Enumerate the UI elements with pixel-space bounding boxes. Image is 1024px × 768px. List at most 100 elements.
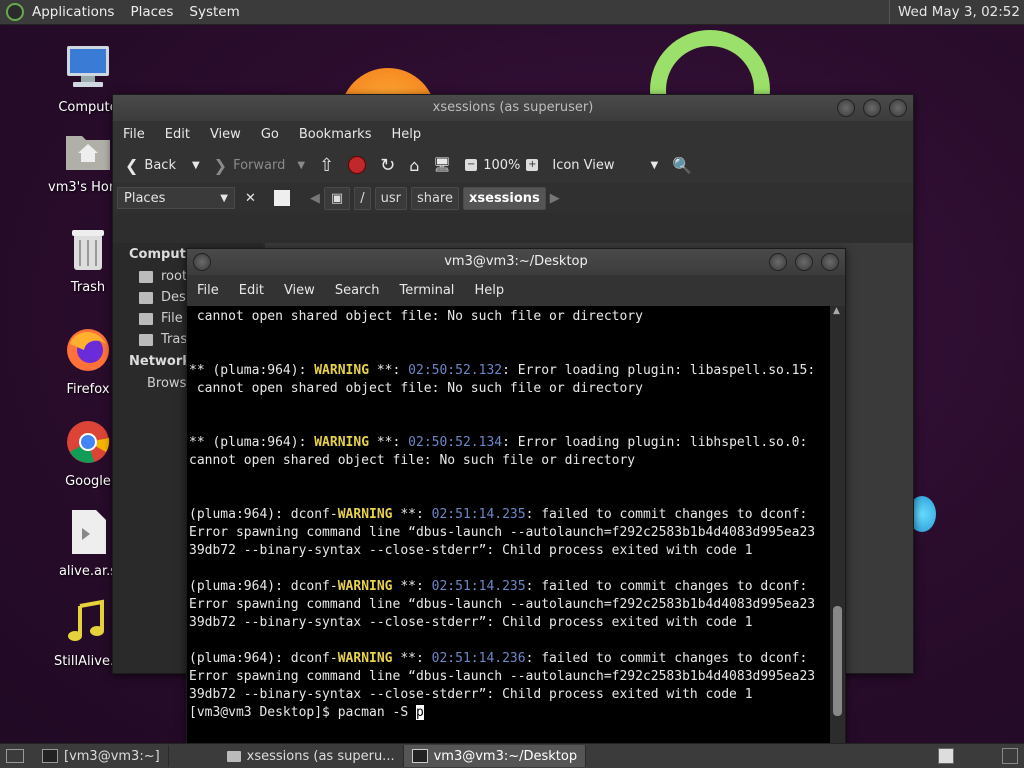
minimize-button[interactable] <box>769 253 787 271</box>
scrollbar-thumb[interactable] <box>833 606 842 716</box>
terminal-line: 39db72 --binary-syntax --close-stderr”: … <box>189 543 753 558</box>
back-label: Back <box>144 157 176 173</box>
menu-edit[interactable]: Edit <box>155 127 200 142</box>
close-sidebar-icon[interactable]: ✕ <box>239 191 262 206</box>
terminal-input[interactable]: p <box>415 705 424 720</box>
forward-button[interactable]: ❯ Forward ▼ <box>210 156 309 175</box>
menu-edit[interactable]: Edit <box>229 283 274 298</box>
music-icon <box>68 599 104 641</box>
breadcrumb-share[interactable]: share <box>410 186 459 210</box>
terminal-title: vm3@vm3:~/Desktop <box>444 254 588 269</box>
menu-help[interactable]: Help <box>381 127 431 142</box>
reload-icon[interactable]: ↻ <box>376 155 399 176</box>
menu-button[interactable] <box>193 253 211 271</box>
breadcrumb-xsessions[interactable]: xsessions <box>463 186 546 210</box>
terminal-line: cannot open shared object file: No such … <box>189 453 636 468</box>
menu-go[interactable]: Go <box>251 127 289 142</box>
menu-terminal[interactable]: Terminal <box>389 283 464 298</box>
sidebar-selector-label: Places <box>124 190 166 206</box>
menu-help[interactable]: Help <box>464 283 514 298</box>
computer-icon <box>67 46 109 87</box>
chevron-down-icon[interactable]: ▼ <box>297 160 305 171</box>
terminal-titlebar[interactable]: vm3@vm3:~/Desktop <box>187 249 845 275</box>
top-panel: Applications Places System Wed May 3, 02… <box>0 0 1024 25</box>
menu-search[interactable]: Search <box>325 283 390 298</box>
applications-menu[interactable]: Applications <box>24 4 122 20</box>
terminal-line: cannot open shared object file: No such … <box>189 381 643 396</box>
terminal-line: Error spawning command line “dbus-launch… <box>189 669 816 684</box>
maximize-button[interactable] <box>795 253 813 271</box>
zoom-out-icon[interactable]: − <box>465 159 478 171</box>
home-folder-icon <box>66 136 110 170</box>
file-manager-titlebar[interactable]: xsessions (as superuser) <box>113 95 913 121</box>
terminal-prompt: [vm3@vm3 Desktop]$ pacman -S <box>189 705 416 720</box>
terminal-line: (pluma:964): dconf-WARNING **: 02:51:14.… <box>189 507 808 522</box>
workspace-switcher-icon[interactable] <box>938 748 954 764</box>
file-icon <box>72 510 106 554</box>
search-icon[interactable]: 🔍 <box>668 156 696 175</box>
terminal-window[interactable]: vm3@vm3:~/Desktop File Edit View Search … <box>186 248 846 744</box>
back-button[interactable]: ❮ Back ▼ <box>121 156 204 175</box>
home-icon[interactable]: ⌂ <box>405 156 423 175</box>
taskbar-item-label: xsessions (as superu... <box>246 748 395 764</box>
menu-file[interactable]: File <box>113 127 155 142</box>
close-button[interactable] <box>821 253 839 271</box>
workspace-switcher-2[interactable] <box>1002 748 1018 764</box>
sidebar-selector[interactable]: Places ▼ <box>117 187 235 209</box>
zoom-in-icon[interactable]: + <box>526 159 539 171</box>
breadcrumb-drive-icon[interactable]: ▣ <box>323 186 351 210</box>
folder-icon <box>226 750 241 762</box>
trash-icon <box>72 230 104 270</box>
trash-icon <box>139 333 153 346</box>
terminal-line: cannot open shared object file: No such … <box>189 309 643 324</box>
taskbar-item-xsessions[interactable]: xsessions (as superu... <box>219 745 404 767</box>
desktop-icon <box>139 291 153 304</box>
maximize-button[interactable] <box>863 99 881 117</box>
view-mode-label: Icon View <box>552 157 615 173</box>
menu-file[interactable]: File <box>187 283 229 298</box>
home-icon <box>139 270 153 283</box>
arrow-right-icon: ❯ <box>213 155 228 175</box>
terminal-output[interactable]: cannot open shared object file: No such … <box>187 306 830 743</box>
menu-view[interactable]: View <box>274 283 325 298</box>
minimize-button[interactable] <box>837 99 855 117</box>
breadcrumb-usr[interactable]: usr <box>374 186 407 210</box>
drive-icon <box>139 312 153 325</box>
terminal-line: (pluma:964): dconf-WARNING **: 02:51:14.… <box>189 651 808 666</box>
computer-icon[interactable]: 🖥 <box>429 157 455 173</box>
file-manager-title: xsessions (as superuser) <box>432 100 594 115</box>
chevron-down-icon[interactable]: ▼ <box>192 160 200 171</box>
mate-logo-icon[interactable] <box>6 3 24 21</box>
chevron-down-icon: ▼ <box>650 159 659 171</box>
scroll-right-icon[interactable]: ▶ <box>550 191 560 206</box>
terminal-line: (pluma:964): dconf-WARNING **: 02:51:14.… <box>189 579 808 594</box>
bottom-panel: [vm3@vm3:~] xsessions (as superu... vm3@… <box>0 743 1024 768</box>
chrome-icon <box>67 421 110 463</box>
terminal-prompt-line[interactable]: [vm3@vm3 Desktop]$ pacman -S p <box>189 704 828 722</box>
menu-view[interactable]: View <box>200 127 251 142</box>
edit-location-icon[interactable] <box>273 190 290 206</box>
show-desktop-icon[interactable] <box>6 749 24 763</box>
places-menu[interactable]: Places <box>122 4 181 20</box>
close-button[interactable] <box>889 99 907 117</box>
taskbar-item-terminal-desktop[interactable]: vm3@vm3:~/Desktop <box>403 745 587 767</box>
taskbar-item-terminal-home[interactable]: [vm3@vm3:~] <box>34 745 169 767</box>
system-menu[interactable]: System <box>181 4 247 20</box>
scroll-up-icon[interactable]: ▲ <box>833 306 840 316</box>
stop-icon[interactable] <box>344 156 370 174</box>
terminal-line: ** (pluma:964): WARNING **: 02:50:52.134… <box>189 435 808 450</box>
terminal-scrollbar[interactable]: ▲ <box>830 306 845 743</box>
view-mode-select[interactable]: Icon View ▼ <box>548 158 662 173</box>
sidebar-item-label: root <box>161 269 188 284</box>
up-arrow-icon[interactable]: ⇧ <box>315 155 338 176</box>
menu-bookmarks[interactable]: Bookmarks <box>289 127 382 142</box>
clock[interactable]: Wed May 3, 02:52 <box>888 0 1020 24</box>
breadcrumb-root[interactable]: / <box>354 186 371 210</box>
scroll-left-icon[interactable]: ◀ <box>310 191 320 206</box>
